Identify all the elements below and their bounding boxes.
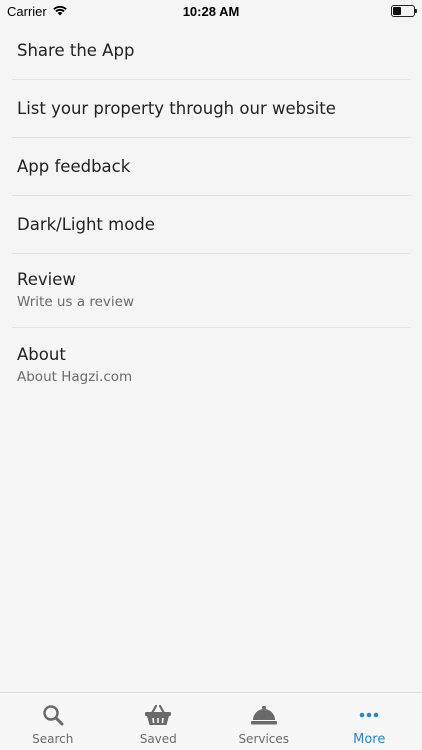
menu-item-app-feedback[interactable]: App feedback xyxy=(12,138,410,196)
menu-item-subtitle: About Hagzi.com xyxy=(17,368,133,385)
basket-icon xyxy=(144,702,172,728)
carrier-label: Carrier xyxy=(7,3,47,19)
menu-item-review[interactable]: Review Write us a review xyxy=(12,254,410,328)
more-dots-icon xyxy=(355,702,383,728)
more-menu-list: Share the App List your property through… xyxy=(0,22,422,402)
tab-bar: Search Saved Services More xyxy=(0,692,422,750)
menu-item-list-property[interactable]: List your property through our website xyxy=(12,80,410,138)
tab-search[interactable]: Search xyxy=(0,693,106,750)
menu-item-title: Review xyxy=(17,270,76,289)
menu-item-share-app[interactable]: Share the App xyxy=(12,22,410,80)
menu-item-title: About xyxy=(17,344,66,364)
status-bar: Carrier 10:28 AM xyxy=(0,0,422,22)
menu-item-title: App feedback xyxy=(17,156,131,176)
menu-item-title: List your property through our website xyxy=(17,98,336,118)
tab-label: Search xyxy=(32,732,74,746)
tab-more[interactable]: More xyxy=(317,693,422,750)
battery-icon xyxy=(391,5,417,17)
tab-label: Saved xyxy=(139,732,177,746)
search-icon xyxy=(39,702,67,728)
wifi-icon xyxy=(52,4,68,19)
menu-item-subtitle: Write us a review xyxy=(17,294,135,310)
service-bell-icon xyxy=(250,702,278,728)
battery-fill xyxy=(393,7,401,15)
tab-services[interactable]: Services xyxy=(211,693,317,750)
tab-label: Services xyxy=(238,732,290,746)
menu-item-dark-light-mode[interactable]: Dark/Light mode xyxy=(12,196,410,254)
menu-item-title: Dark/Light mode xyxy=(17,214,155,234)
tab-saved[interactable]: Saved xyxy=(106,693,212,750)
menu-item-title: Share the App xyxy=(17,40,135,60)
menu-item-about[interactable]: About About Hagzi.com xyxy=(12,328,410,402)
tab-label: More xyxy=(353,732,386,747)
status-left: Carrier xyxy=(7,4,68,19)
